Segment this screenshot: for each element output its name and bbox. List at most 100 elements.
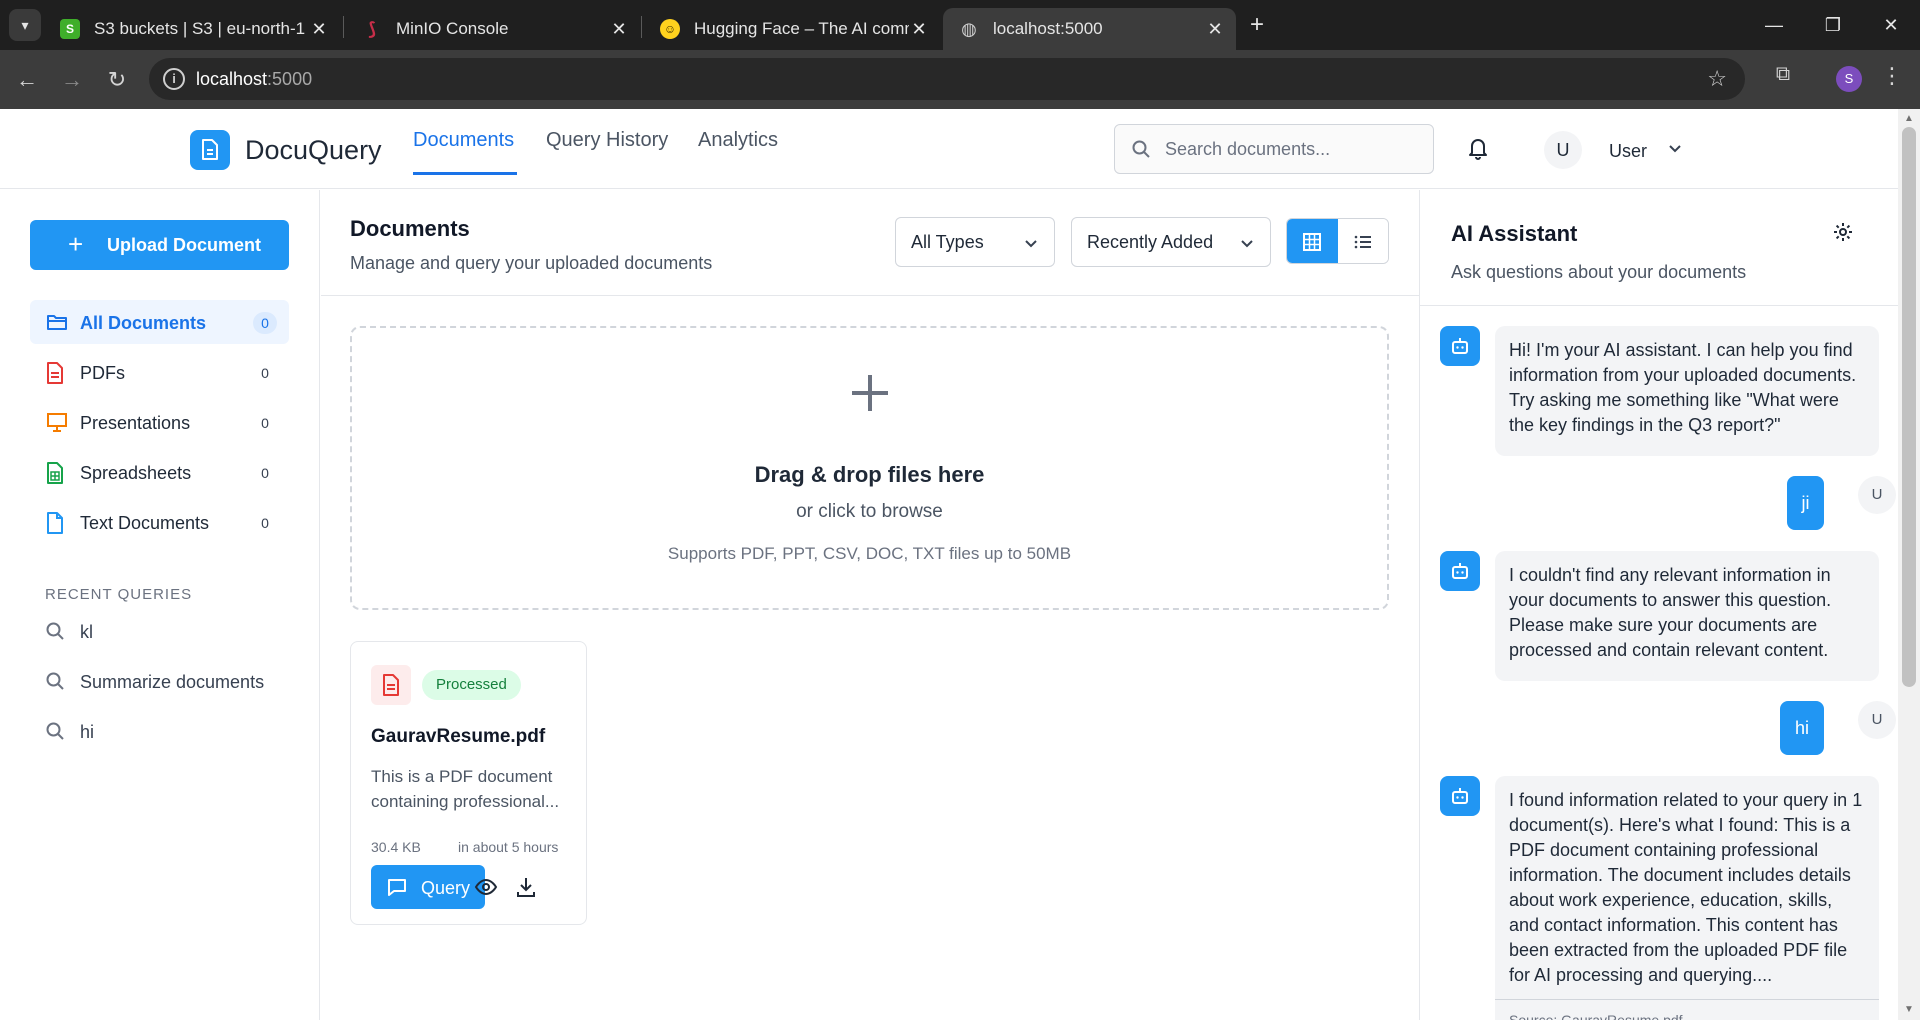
dropzone-subtitle: or click to browse (796, 501, 943, 522)
url-port: :5000 (267, 69, 313, 89)
user-message: hi (1780, 701, 1824, 755)
spreadsheet-icon (47, 462, 63, 484)
sidebar-item-text-documents[interactable]: Text Documents 0 (30, 500, 289, 544)
upload-document-button[interactable]: + Upload Document (30, 220, 289, 270)
sidebar-item-pdfs[interactable]: PDFs 0 (30, 350, 289, 394)
gear-icon[interactable] (1833, 222, 1853, 242)
url-host: localhost (196, 69, 268, 89)
browser-tabstrip: ▾ S S3 buckets | S3 | eu-north-1 ✕ ⟆ Min… (0, 0, 1920, 50)
query-button-label: Query (421, 878, 471, 898)
robot-icon (1452, 338, 1468, 354)
nav-documents[interactable]: Documents (413, 129, 514, 152)
tab-separator (641, 16, 642, 38)
grid-icon (1303, 233, 1321, 251)
assistant-subtitle: Ask questions about your documents (1451, 262, 1747, 282)
close-tab-icon[interactable]: ✕ (1204, 18, 1226, 40)
document-name: GauravResume.pdf (371, 726, 546, 747)
upload-dropzone[interactable]: Drag & drop files here or click to brows… (350, 326, 1389, 610)
chevron-down-icon[interactable] (1667, 140, 1683, 156)
sidebar-item-spreadsheets[interactable]: Spreadsheets 0 (30, 450, 289, 494)
nav-analytics[interactable]: Analytics (698, 129, 778, 152)
recent-query-label: kl (80, 622, 93, 642)
documents-header: Documents Manage and query your uploaded… (321, 190, 1419, 296)
search-icon (46, 622, 64, 640)
search-icon (46, 672, 64, 690)
search-input[interactable]: Search documents... (1114, 124, 1434, 174)
bell-icon[interactable] (1467, 136, 1489, 160)
reload-button[interactable]: ↻ (100, 63, 134, 97)
app-header: DocuQuery Documents Query History Analyt… (0, 109, 1898, 189)
browser-tab-localhost[interactable]: ◍ localhost:5000 ✕ (943, 8, 1236, 50)
search-icon (46, 722, 64, 740)
tab-title: MinIO Console (396, 19, 509, 38)
close-tab-icon[interactable]: ✕ (308, 18, 330, 40)
address-bar[interactable]: i localhost:5000 ☆ (149, 58, 1745, 100)
documents-main: Documents Manage and query your uploaded… (321, 190, 1419, 1020)
tab-title: localhost:5000 (993, 19, 1103, 38)
dropzone-title: Drag & drop files here (754, 462, 985, 487)
sidebar-item-presentations[interactable]: Presentations 0 (30, 400, 289, 444)
download-icon[interactable] (513, 874, 539, 900)
recent-query-label: Summarize documents (80, 672, 265, 692)
robot-icon (1452, 788, 1468, 804)
globe-icon: ◍ (961, 18, 977, 39)
new-tab-button[interactable]: + (1243, 12, 1271, 40)
message-sources: Source: GauravResume.pdf (1495, 999, 1879, 1020)
count-badge: 0 (261, 515, 269, 531)
user-avatar: U (1858, 701, 1896, 739)
presentation-icon (47, 413, 67, 432)
bot-avatar (1440, 551, 1480, 591)
user-name[interactable]: User (1609, 141, 1647, 162)
plus-icon: + (68, 229, 84, 259)
close-tab-icon[interactable]: ✕ (608, 18, 630, 40)
type-filter-select[interactable]: All Types (895, 217, 1055, 267)
hugging-face-icon: ☺ (660, 19, 680, 39)
page-subtitle: Manage and query your uploaded documents (350, 253, 713, 273)
tab-title: Hugging Face – The AI commun (694, 19, 909, 38)
browser-toolbar: ← → ↻ i localhost:5000 ☆ ⧉ S ⋮ (0, 50, 1920, 109)
close-tab-icon[interactable]: ✕ (908, 18, 930, 40)
sidebar-item-label: Spreadsheets (80, 463, 192, 483)
extensions-icon[interactable]: ⧉ (1768, 63, 1798, 93)
minimize-button[interactable]: — (1756, 8, 1792, 42)
chevron-down-icon (1025, 240, 1037, 248)
browser-tab-s3[interactable]: S S3 buckets | S3 | eu-north-1 ✕ (44, 8, 340, 50)
forward-button[interactable]: → (55, 63, 89, 97)
page-scrollbar[interactable]: ▲ ▼ (1898, 109, 1920, 1020)
document-card[interactable]: Processed GauravResume.pdf This is a PDF… (350, 641, 587, 925)
bookmark-star-icon[interactable]: ☆ (1707, 66, 1727, 92)
sort-select[interactable]: Recently Added (1071, 217, 1271, 267)
search-icon (1132, 140, 1150, 158)
url-text: localhost:5000 (196, 69, 312, 90)
chevron-down-icon (1241, 240, 1253, 248)
restore-button[interactable]: ❐ (1815, 8, 1851, 42)
query-button[interactable]: Query (371, 865, 485, 909)
user-avatar[interactable]: U (1544, 131, 1582, 169)
logo-icon[interactable] (190, 130, 230, 170)
site-info-icon[interactable]: i (163, 68, 185, 90)
nav-active-indicator (413, 172, 517, 175)
document-size: 30.4 KB (371, 839, 421, 855)
scrollbar-thumb[interactable] (1902, 127, 1916, 687)
browser-tab-huggingface[interactable]: ☺ Hugging Face – The AI commun ✕ (644, 8, 940, 50)
close-window-button[interactable]: ✕ (1873, 8, 1909, 42)
folder-icon (47, 315, 67, 330)
list-view-button[interactable] (1338, 219, 1388, 263)
recent-query-label: hi (80, 722, 95, 742)
sidebar-item-label: PDFs (80, 363, 125, 383)
nav-query-history[interactable]: Query History (546, 129, 668, 152)
pdf-file-icon (47, 362, 63, 384)
eye-icon[interactable] (473, 874, 499, 900)
browser-tab-minio[interactable]: ⟆ MinIO Console ✕ (346, 8, 640, 50)
browser-menu-icon[interactable]: ⋮ (1880, 63, 1904, 93)
assistant-message: I found information related to your quer… (1495, 776, 1879, 1020)
brand-name[interactable]: DocuQuery (245, 135, 382, 166)
scroll-down-arrow[interactable]: ▼ (1904, 1004, 1914, 1015)
scroll-up-arrow[interactable]: ▲ (1904, 113, 1914, 124)
grid-view-button[interactable] (1287, 219, 1338, 263)
back-button[interactable]: ← (10, 63, 44, 97)
profile-avatar[interactable]: S (1836, 66, 1862, 92)
sidebar-item-all-documents[interactable]: All Documents 0 (30, 300, 289, 344)
assistant-message: Hi! I'm your AI assistant. I can help yo… (1495, 326, 1879, 456)
tab-search-button[interactable]: ▾ (9, 9, 41, 41)
